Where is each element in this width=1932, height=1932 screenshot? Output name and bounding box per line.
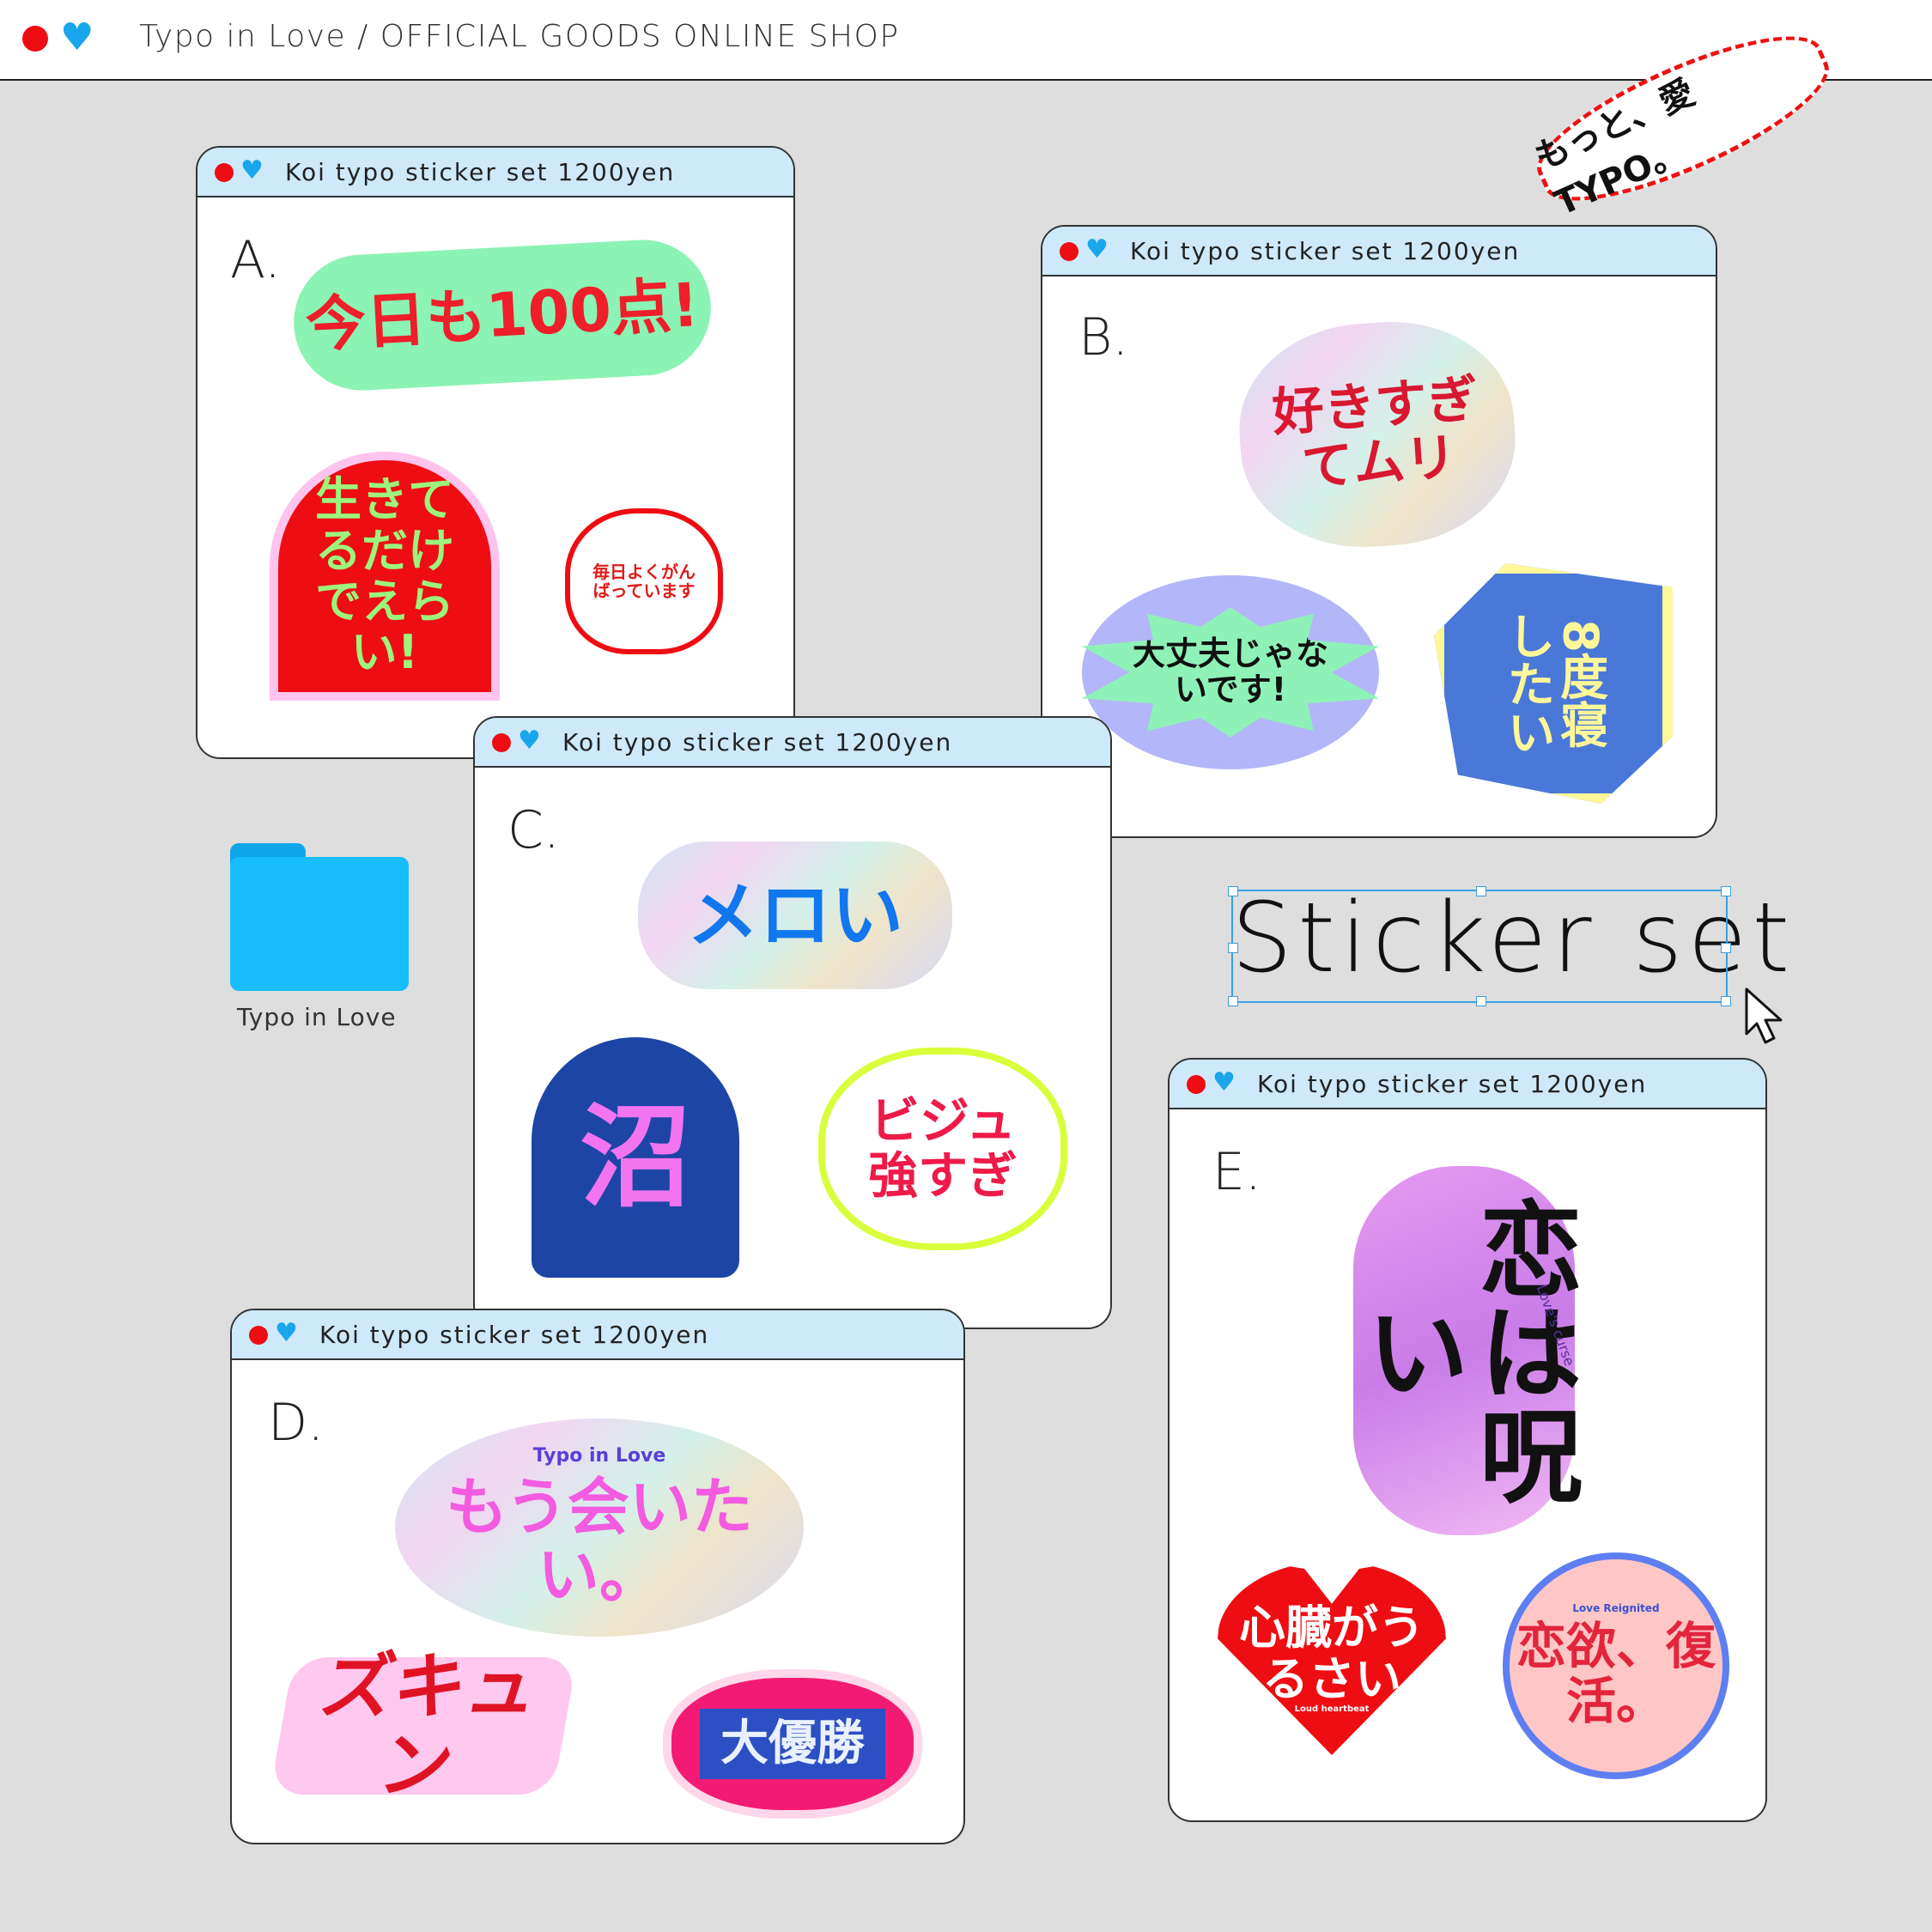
cursor-icon: [1745, 987, 1783, 1044]
resize-handle[interactable]: [1721, 996, 1731, 1006]
window-title: Koi typo sticker set 1200yen: [1257, 1070, 1648, 1098]
sticker-main-text: 恋欲、復活。: [1516, 1616, 1716, 1730]
close-dot-icon[interactable]: [1060, 242, 1078, 261]
close-dot-icon[interactable]: [1187, 1075, 1206, 1094]
set-letter: B.: [1078, 307, 1129, 368]
window-titlebar[interactable]: ♥ Koi typo sticker set 1200yen: [1170, 1060, 1765, 1109]
sticker-main-text: 心臓がうるさい: [1239, 1601, 1425, 1706]
folder-icon[interactable]: [230, 843, 409, 991]
window-titlebar[interactable]: ♥ Koi typo sticker set 1200yen: [197, 148, 793, 197]
red-dot-icon[interactable]: [22, 26, 48, 52]
heart-icon: ♥: [518, 726, 541, 756]
resize-handle[interactable]: [1721, 886, 1731, 896]
window-titlebar[interactable]: ♥ Koi typo sticker set 1200yen: [475, 718, 1110, 768]
set-letter: A.: [230, 230, 282, 290]
heart-icon[interactable]: ♥: [60, 19, 94, 57]
heart-icon: ♥: [240, 155, 264, 185]
window-titlebar[interactable]: ♥ Koi typo sticker set 1200yen: [232, 1310, 963, 1360]
selection-box[interactable]: [1228, 886, 1731, 1006]
loud-heartbeat-label: Loud heartbeat: [1294, 1704, 1370, 1714]
sticker-numa[interactable]: 沼: [532, 1037, 739, 1278]
window-titlebar[interactable]: ♥ Koi typo sticker set 1200yen: [1042, 227, 1716, 276]
set-letter: D.: [268, 1393, 325, 1453]
heart-icon: ♥: [275, 1318, 298, 1348]
resize-handle[interactable]: [1228, 943, 1238, 953]
window-set-b[interactable]: ♥ Koi typo sticker set 1200yen B. 好きすぎてム…: [1041, 225, 1717, 838]
sticker-biju-tsuyosugi[interactable]: ビジュ強すぎ: [818, 1048, 1067, 1250]
heart-icon: ♥: [1085, 234, 1109, 264]
top-bar: ♥ Typo in Love / OFFICIAL GOODS ONLINE S…: [0, 0, 1932, 81]
resize-handle[interactable]: [1721, 943, 1731, 953]
window-set-d[interactable]: ♥ Koi typo sticker set 1200yen D. Typo i…: [230, 1309, 965, 1844]
sticker-daijoubu-janai-desu[interactable]: 大丈夫じゃないです!: [1082, 575, 1379, 769]
resize-handle[interactable]: [1228, 996, 1238, 1006]
sticker-mainichi-yoku-ganbatte[interactable]: 毎日よくがんばっています: [565, 508, 723, 654]
window-set-a[interactable]: ♥ Koi typo sticker set 1200yen A. 今日も100…: [196, 146, 795, 759]
window-title: Koi typo sticker set 1200yen: [319, 1321, 710, 1349]
sticker-koi-wa-noroi[interactable]: 恋は呪い: [1348, 1166, 1581, 1535]
sticker-main-text: もう会いたい。: [446, 1470, 753, 1612]
sticker-zukyun[interactable]: ズキュン: [269, 1644, 578, 1807]
folder-label[interactable]: Typo in Love: [237, 1003, 397, 1031]
love-reignited-label: Love Reignited: [1572, 1601, 1660, 1614]
folder-body: [230, 857, 409, 991]
sticker-hachido-ne-shitai[interactable]: 8度寝したい: [1434, 563, 1673, 804]
sticker-suki-sugite-muri[interactable]: 好きすぎてムリ: [1232, 313, 1522, 556]
sticker-main-text: 大優勝: [700, 1709, 885, 1779]
sticker-daiyuushou[interactable]: 大優勝: [663, 1669, 922, 1819]
sticker-renyoku-fukkatsu[interactable]: Love Reignited 恋欲、復活。: [1503, 1552, 1729, 1779]
heart-icon: ♥: [1212, 1067, 1236, 1097]
window-title: Koi typo sticker set 1200yen: [285, 158, 676, 186]
set-letter: C.: [507, 800, 560, 860]
resize-handle[interactable]: [1228, 886, 1238, 896]
brand-label: Typo in Love: [532, 1444, 666, 1467]
window-set-e[interactable]: ♥ Koi typo sticker set 1200yen E. 恋は呪い L…: [1168, 1058, 1767, 1822]
resize-handle[interactable]: [1476, 886, 1486, 896]
resize-handle[interactable]: [1476, 996, 1486, 1006]
sticker-mou-aitai[interactable]: Typo in Love もう会いたい。: [395, 1419, 804, 1637]
window-set-c[interactable]: ♥ Koi typo sticker set 1200yen C. メロい 沼 …: [473, 716, 1112, 1329]
window-title: Koi typo sticker set 1200yen: [562, 728, 953, 756]
sticker-ikiteru-dake-de-erai[interactable]: 生きてるだけでえらい!: [270, 452, 500, 701]
page-title: Typo in Love / OFFICIAL GOODS ONLINE SHO…: [139, 19, 900, 54]
window-title: Koi typo sticker set 1200yen: [1130, 237, 1521, 265]
close-dot-icon[interactable]: [215, 163, 234, 182]
close-dot-icon[interactable]: [492, 733, 511, 752]
sticker-shinzou-ga-urusai[interactable]: 心臓がうるさい Loud heartbeat: [1218, 1561, 1446, 1755]
set-letter: E.: [1212, 1142, 1261, 1202]
close-dot-icon[interactable]: [249, 1326, 268, 1345]
sticker-meroi[interactable]: メロい: [638, 841, 952, 989]
sticker-burst: 大丈夫じゃないです!: [1082, 607, 1379, 738]
sticker-kyou-mo-100ten[interactable]: 今日も100点!: [290, 236, 714, 394]
